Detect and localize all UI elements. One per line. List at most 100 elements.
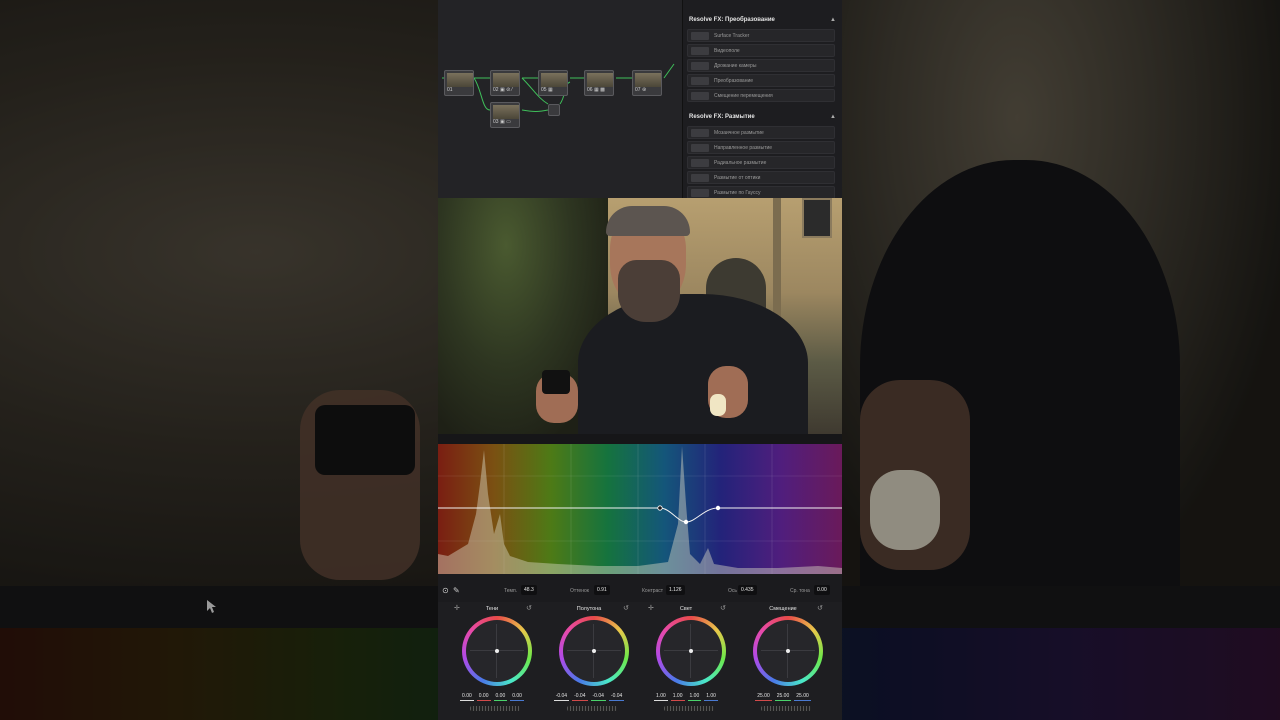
- pivot-label: Ось: [728, 588, 737, 594]
- color-wheel[interactable]: [753, 616, 823, 686]
- master-wheel-slider[interactable]: [567, 706, 617, 711]
- eyedropper-icon[interactable]: ✎: [453, 586, 460, 595]
- wheel-puck[interactable]: [592, 649, 596, 653]
- wheel-gain: ✛ Свет ↺ 1.00 1.00 1.00 1.00: [638, 602, 734, 720]
- curve-control-point[interactable]: [683, 519, 689, 525]
- value-y[interactable]: -0.04: [553, 692, 570, 701]
- fx-item[interactable]: Размытие от оптики: [687, 171, 835, 184]
- fx-item-label: Преобразование: [714, 78, 754, 84]
- wheel-values: 25.00 25.00 25.00: [735, 692, 831, 701]
- midtone-detail-value[interactable]: 0.00: [814, 585, 830, 595]
- value-g[interactable]: -0.04: [590, 692, 606, 701]
- node-07[interactable]: 07 ⊛: [632, 70, 662, 96]
- curve-control-point[interactable]: [715, 505, 721, 511]
- midtone-detail-label: Ср. тона: [790, 588, 810, 594]
- node-thumbnail: [541, 73, 567, 87]
- reset-icon[interactable]: ↺: [526, 604, 532, 612]
- tint-value[interactable]: 0.91: [594, 585, 610, 595]
- master-wheel-slider[interactable]: [664, 706, 714, 711]
- wheel-puck[interactable]: [786, 649, 790, 653]
- value-b[interactable]: 1.00: [704, 692, 718, 701]
- wheel-values: 0.00 0.00 0.00 0.00: [444, 692, 540, 701]
- mixer-node[interactable]: [548, 104, 560, 116]
- node-label: 02 ▣ ⊘ ⁄: [493, 87, 513, 93]
- curves-scrubber[interactable]: [438, 434, 842, 444]
- fx-item[interactable]: Смещение перемещения: [687, 89, 835, 102]
- temp-label: Темп.: [504, 588, 518, 594]
- fx-item-label: Surface Tracker: [714, 33, 750, 39]
- value-r[interactable]: 1.00: [670, 692, 685, 701]
- node-02[interactable]: 02 ▣ ⊘ ⁄: [490, 70, 520, 96]
- fx-item-label: Дрожание камеры: [714, 63, 757, 69]
- value-g[interactable]: 25.00: [774, 692, 792, 701]
- wireless-mic-receiver: [542, 370, 570, 394]
- node-label: 07 ⊛: [635, 87, 647, 93]
- contrast-value[interactable]: 1.126: [666, 585, 685, 595]
- color-wheel[interactable]: [462, 616, 532, 686]
- value-y[interactable]: 0.00: [460, 692, 474, 701]
- fx-thumbnail-icon: [691, 159, 709, 167]
- node-editor[interactable]: 01 02 ▣ ⊘ ⁄ 05 ▦ 06 ▦ ▩ 07 ⊛ 03 ▣ ▭: [438, 0, 682, 198]
- wheel-puck[interactable]: [495, 649, 499, 653]
- node-05[interactable]: 05 ▦: [538, 70, 568, 96]
- fx-item-label: Смещение перемещения: [714, 93, 773, 99]
- reset-icon[interactable]: ↺: [817, 604, 823, 612]
- reset-circle-icon[interactable]: ⊙: [442, 586, 449, 595]
- value-y[interactable]: 1.00: [654, 692, 668, 701]
- color-wheel[interactable]: [656, 616, 726, 686]
- color-wheels: ✛ Тени ↺ 0.00 0.00 0.00 0.00 Полутона ↺ …: [438, 602, 842, 720]
- value-r[interactable]: -0.04: [572, 692, 588, 701]
- video-viewer[interactable]: [438, 198, 842, 434]
- node-thumbnail: [587, 73, 613, 87]
- fx-thumbnail-icon: [691, 62, 709, 70]
- fx-group-title[interactable]: Resolve FX: Преобразование: [689, 17, 775, 23]
- fx-item-label: Видеополе: [714, 48, 740, 54]
- fx-group-title[interactable]: Resolve FX: Размытие: [689, 114, 755, 120]
- fx-item[interactable]: Видеополе: [687, 44, 835, 57]
- tint-label: Оттенок: [570, 588, 589, 594]
- temp-value[interactable]: 48.3: [521, 585, 537, 595]
- fx-item-label: Направленное размытие: [714, 145, 773, 151]
- primary-controls-bar: ⊙ ✎ Темп. 48.3 Оттенок 0.91 Контраст 1.1…: [438, 582, 842, 602]
- fx-thumbnail-icon: [691, 144, 709, 152]
- wheel-values: -0.04 -0.04 -0.04 -0.04: [541, 692, 637, 701]
- master-wheel-slider[interactable]: [470, 706, 520, 711]
- value-g[interactable]: 1.00: [687, 692, 702, 701]
- collapse-caret-icon[interactable]: ▲: [830, 17, 836, 23]
- color-wheel[interactable]: [559, 616, 629, 686]
- value-g[interactable]: 0.00: [493, 692, 508, 701]
- fx-item[interactable]: Радиальное размытие: [687, 156, 835, 169]
- fx-item[interactable]: Surface Tracker: [687, 29, 835, 42]
- fx-item[interactable]: Направленное размытие: [687, 141, 835, 154]
- value-r[interactable]: 0.00: [476, 692, 491, 701]
- fx-item-label: Мозаичное размытие: [714, 130, 764, 136]
- node-06[interactable]: 06 ▦ ▩: [584, 70, 614, 96]
- value-r[interactable]: 25.00: [755, 692, 772, 701]
- node-label: 06 ▦ ▩: [587, 87, 605, 93]
- fx-thumbnail-icon: [691, 32, 709, 40]
- node-03[interactable]: 03 ▣ ▭: [490, 102, 520, 128]
- value-b[interactable]: 25.00: [794, 692, 811, 701]
- node-01[interactable]: 01: [444, 70, 474, 96]
- fx-thumbnail-icon: [691, 174, 709, 182]
- reset-icon[interactable]: ↺: [720, 604, 726, 612]
- node-thumbnail: [635, 73, 661, 87]
- wheel-puck[interactable]: [689, 649, 693, 653]
- fx-item[interactable]: Преобразование: [687, 74, 835, 87]
- reset-icon[interactable]: ↺: [623, 604, 629, 612]
- contrast-label: Контраст: [642, 588, 664, 594]
- node-thumbnail: [493, 105, 519, 119]
- master-wheel-slider[interactable]: [761, 706, 811, 711]
- fx-item[interactable]: Дрожание камеры: [687, 59, 835, 72]
- curve-control-point[interactable]: [657, 505, 663, 511]
- fx-item-label: Размытие по Гауссу: [714, 190, 761, 196]
- curve-graph[interactable]: [438, 444, 842, 574]
- hue-vs-luminance-curve[interactable]: [438, 444, 842, 574]
- value-b[interactable]: 0.00: [510, 692, 524, 701]
- value-b[interactable]: -0.04: [608, 692, 625, 701]
- fx-thumbnail-icon: [691, 47, 709, 55]
- fx-item-label: Радиальное размытие: [714, 160, 767, 166]
- fx-item[interactable]: Мозаичное размытие: [687, 126, 835, 139]
- collapse-caret-icon[interactable]: ▲: [830, 114, 836, 120]
- pivot-value[interactable]: 0.435: [738, 585, 757, 595]
